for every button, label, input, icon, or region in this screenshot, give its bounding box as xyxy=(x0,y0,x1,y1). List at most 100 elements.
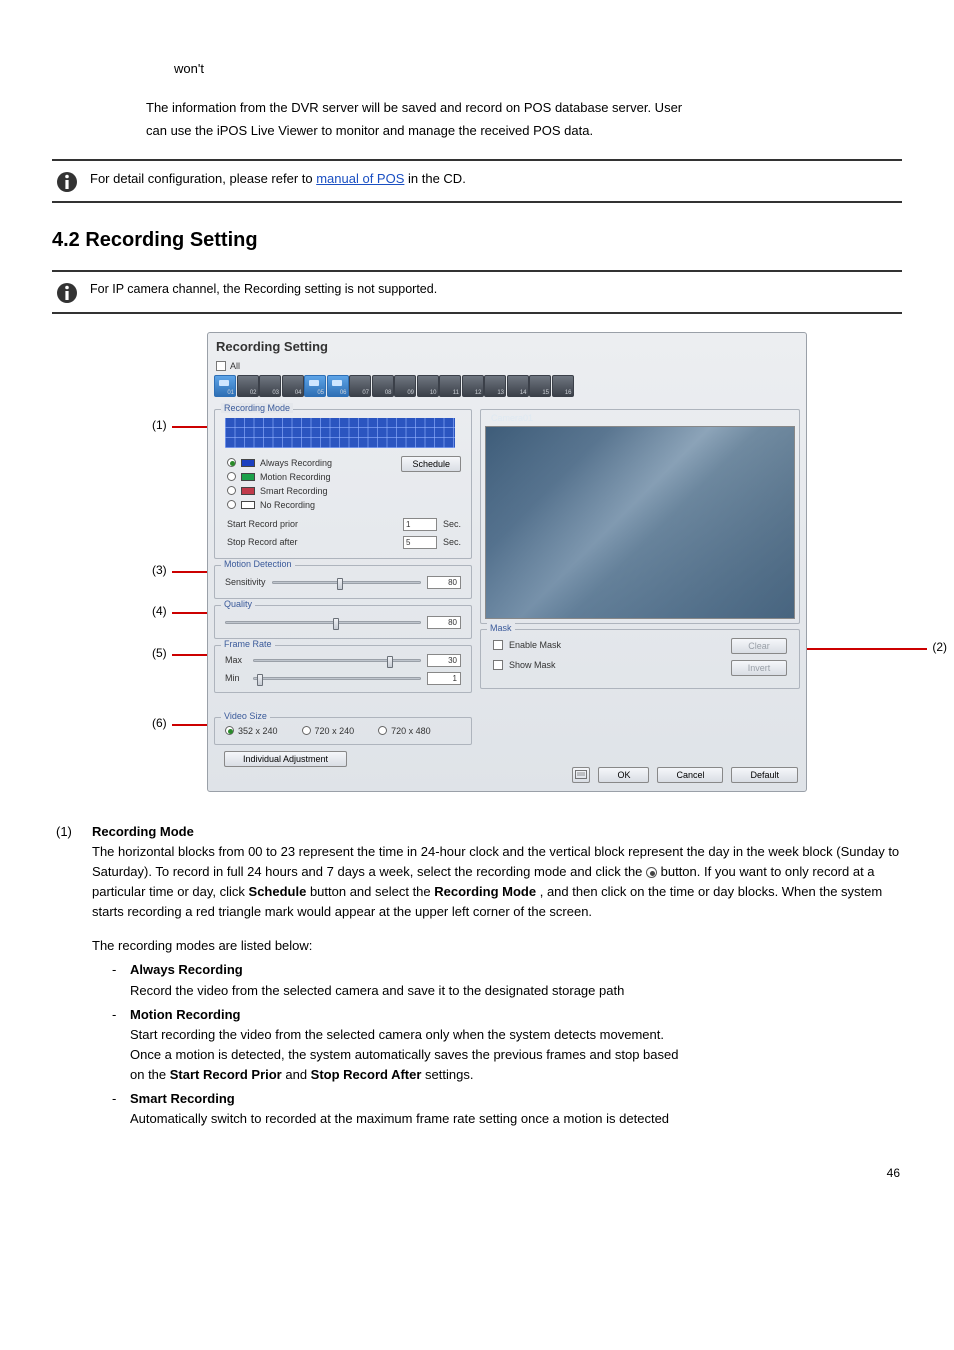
item1-num: (1) xyxy=(52,822,92,842)
recording-mode-label: Recording Mode xyxy=(221,403,293,413)
mode-always: Always Recording xyxy=(130,962,243,977)
radio-icon-inline xyxy=(646,867,657,878)
frame-rate-group: Frame Rate Max 30 Min 1 xyxy=(214,645,472,693)
camera-preview-group: Camera01 xyxy=(480,409,800,624)
vsize-720a-label: 720 x 240 xyxy=(315,726,355,736)
start-prior-input[interactable]: 1 xyxy=(403,518,437,531)
item1-title: Recording Mode xyxy=(92,824,194,839)
always-label: Always Recording xyxy=(260,458,332,468)
camera-02[interactable]: 02 xyxy=(237,375,259,397)
max-framerate-value[interactable]: 30 xyxy=(427,654,461,667)
quality-label: Quality xyxy=(221,599,255,609)
enable-mask-label: Enable Mask xyxy=(509,640,561,650)
motion-swatch xyxy=(241,473,255,481)
quality-group: Quality 80 xyxy=(214,605,472,639)
modes-intro: The recording modes are listed below: xyxy=(52,936,902,956)
stop-after-input[interactable]: 5 xyxy=(403,536,437,549)
norec-label: No Recording xyxy=(260,500,315,510)
default-button[interactable]: Default xyxy=(731,767,798,783)
camera-11[interactable]: 11 xyxy=(439,375,461,397)
mode-motion-desc3: on the Start Record Prior and Stop Recor… xyxy=(130,1065,902,1085)
schedule-timeline[interactable] xyxy=(225,418,455,448)
info1-pre: For detail configuration xyxy=(90,171,222,186)
cancel-button[interactable]: Cancel xyxy=(657,767,723,783)
enable-mask-checkbox[interactable] xyxy=(493,640,503,650)
show-mask-checkbox[interactable] xyxy=(493,660,503,670)
keyboard-icon[interactable] xyxy=(572,767,590,783)
mask-group: Mask Enable Mask Show Mask Clear Invert xyxy=(480,629,800,689)
mode-motion: Motion Recording xyxy=(130,1007,241,1022)
clear-mask-button[interactable]: Clear xyxy=(731,638,787,654)
vsize-720b-label: 720 x 480 xyxy=(391,726,431,736)
callout-5: (5) xyxy=(152,646,167,660)
individual-adjustment-button[interactable]: Individual Adjustment xyxy=(224,751,347,767)
intro-line-2: can use the iPOS Live Viewer to monitor … xyxy=(52,122,902,141)
mode-smart: Smart Recording xyxy=(130,1091,235,1106)
video-size-group: Video Size 352 x 240 720 x 240 720 x 480 xyxy=(214,717,472,745)
page-number: 46 xyxy=(887,1166,900,1180)
smart-label: Smart Recording xyxy=(260,486,328,496)
min-label: Min xyxy=(225,673,247,683)
camera-10[interactable]: 10 xyxy=(417,375,439,397)
camera-01[interactable]: 01 xyxy=(214,375,236,397)
mode-smart-desc: Automatically switch to recorded at the … xyxy=(130,1109,902,1129)
camera-07[interactable]: 07 xyxy=(349,375,371,397)
motion-detection-label: Motion Detection xyxy=(221,559,295,569)
camera-12[interactable]: 12 xyxy=(462,375,484,397)
camera-preview-title: Camera01 xyxy=(491,413,533,423)
mode-motion-desc1: Start recording the video from the selec… xyxy=(130,1025,902,1045)
pos-manual-link[interactable]: manual of POS xyxy=(316,171,404,186)
quality-slider[interactable] xyxy=(225,621,421,624)
motion-detection-group: Motion Detection Sensitivity 80 xyxy=(214,565,472,599)
sec-label-2: Sec. xyxy=(443,537,461,547)
min-framerate-value[interactable]: 1 xyxy=(427,672,461,685)
stop-after-label: Stop Record after xyxy=(227,537,397,547)
camera-06[interactable]: 06 xyxy=(327,375,349,397)
camera-09[interactable]: 09 xyxy=(394,375,416,397)
ok-button[interactable]: OK xyxy=(598,767,649,783)
camera-03[interactable]: 03 xyxy=(259,375,281,397)
camera-08[interactable]: 08 xyxy=(372,375,394,397)
video-size-720x480-radio[interactable] xyxy=(378,726,387,735)
section-heading-recording: 4.2 Recording Setting xyxy=(52,229,902,252)
mask-group-label: Mask xyxy=(487,623,515,633)
sensitivity-label: Sensitivity xyxy=(225,577,266,587)
all-checkbox[interactable] xyxy=(216,361,226,371)
intro-text-1: The information from the DVR server will… xyxy=(146,100,682,115)
motion-rec-label: Motion Recording xyxy=(260,472,331,482)
info-text-2: For IP camera channel, the Recording set… xyxy=(90,280,902,299)
min-framerate-slider[interactable] xyxy=(253,677,421,680)
wont-line: won't xyxy=(52,60,902,79)
quality-value[interactable]: 80 xyxy=(427,616,461,629)
screenshot-recording-setting: (1) (3) (4) (5) (6) (2) Recording Settin… xyxy=(172,332,832,792)
max-label: Max xyxy=(225,655,247,665)
camera-05[interactable]: 05 xyxy=(304,375,326,397)
callout-1: (1) xyxy=(152,418,167,432)
callout-4: (4) xyxy=(152,604,167,618)
info-icon xyxy=(56,282,78,304)
video-size-720x240-radio[interactable] xyxy=(302,726,311,735)
invert-mask-button[interactable]: Invert xyxy=(731,660,787,676)
info1-post: in the CD. xyxy=(408,171,466,186)
camera-04[interactable]: 04 xyxy=(282,375,304,397)
info-text-1: For detail configuration, please refer t… xyxy=(90,169,902,189)
camera-13[interactable]: 13 xyxy=(484,375,506,397)
info-box-ipcam: For IP camera channel, the Recording set… xyxy=(52,270,902,314)
no-recording-radio[interactable] xyxy=(227,500,236,509)
schedule-button[interactable]: Schedule xyxy=(401,456,461,472)
sensitivity-value[interactable]: 80 xyxy=(427,576,461,589)
info-box-pos: For detail configuration, please refer t… xyxy=(52,159,902,203)
item1-desc: The horizontal blocks from 00 to 23 repr… xyxy=(52,842,902,923)
smart-recording-radio[interactable] xyxy=(227,486,236,495)
norec-swatch xyxy=(241,501,255,509)
motion-recording-radio[interactable] xyxy=(227,472,236,481)
video-size-352-radio[interactable] xyxy=(225,726,234,735)
camera-16[interactable]: 16 xyxy=(552,375,574,397)
always-recording-radio[interactable] xyxy=(227,458,236,467)
max-framerate-slider[interactable] xyxy=(253,659,421,662)
sensitivity-slider[interactable] xyxy=(272,581,421,584)
show-mask-label: Show Mask xyxy=(509,660,556,670)
window-title: Recording Setting xyxy=(216,339,328,354)
camera-14[interactable]: 14 xyxy=(507,375,529,397)
camera-15[interactable]: 15 xyxy=(529,375,551,397)
